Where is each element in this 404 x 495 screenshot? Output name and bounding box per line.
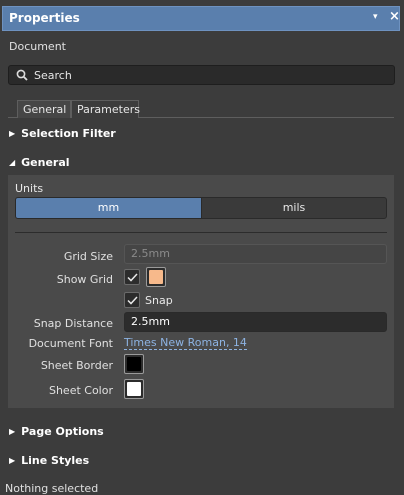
document-font-label: Document Font [28,337,113,350]
grid-size-label: Grid Size [63,250,113,263]
snap-distance-field[interactable]: 2.5mm [124,312,387,332]
title-bar: Properties ▾ × [0,0,404,35]
panel-menu-icon[interactable]: ▾ [373,12,378,22]
status-bar: Nothing selected [5,482,99,495]
context-label: Document [9,40,66,53]
sheet-border-color-fill [127,357,141,371]
panel-header[interactable]: Properties ▾ × [2,6,400,31]
show-grid-checkbox[interactable] [124,269,140,285]
search-box[interactable] [8,65,395,85]
search-icon [16,69,28,81]
panel-title: Properties [9,11,80,25]
section-title: Selection Filter [21,127,116,140]
sheet-color-fill [127,382,141,396]
section-general[interactable]: ◢ General [9,156,70,169]
tab-general[interactable]: General [17,100,71,118]
section-title: Line Styles [21,454,90,467]
expand-icon: ▶ [9,129,16,138]
units-label: Units [15,182,44,195]
section-title: Page Options [21,425,104,438]
snap-distance-label: Snap Distance [33,317,113,330]
checkmark-icon [127,296,138,305]
expand-icon: ▶ [9,456,16,465]
grid-color-swatch[interactable] [146,267,166,287]
snap-label: Snap [145,294,173,307]
snap-checkbox[interactable] [124,292,140,308]
units-mils-button[interactable]: mils [201,197,387,219]
document-font-link[interactable]: Times New Roman, 14 [124,337,247,350]
units-mm-button[interactable]: mm [15,197,202,219]
sheet-border-color-swatch[interactable] [124,354,144,374]
sheet-color-label: Sheet Color [48,384,113,397]
tab-parameters[interactable]: Parameters [71,100,140,118]
checkmark-icon [127,273,138,282]
close-icon[interactable]: × [389,9,400,24]
expand-icon: ▶ [9,427,16,436]
section-page-options[interactable]: ▶ Page Options [9,425,104,438]
section-line-styles[interactable]: ▶ Line Styles [9,454,89,467]
search-input[interactable] [34,67,384,83]
show-grid-label: Show Grid [56,273,113,286]
sheet-color-swatch[interactable] [124,379,144,399]
section-selection-filter[interactable]: ▶ Selection Filter [9,127,116,140]
grid-size-field: 2.5mm [124,244,387,264]
section-title: General [21,156,70,169]
section-divider [15,232,387,233]
collapse-icon: ◢ [9,158,16,167]
grid-color-fill [149,270,163,284]
sheet-border-label: Sheet Border [40,359,113,372]
